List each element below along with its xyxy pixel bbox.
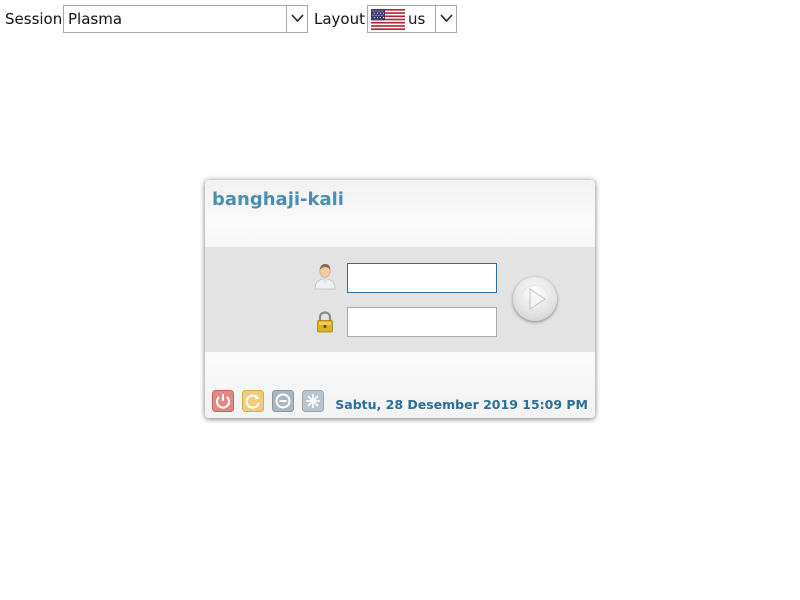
chevron-down-icon bbox=[440, 14, 453, 23]
session-combobox[interactable]: Plasma bbox=[63, 5, 308, 33]
restart-icon bbox=[242, 390, 264, 412]
datetime-label: Sabtu, 28 Desember 2019 15:09 PM bbox=[335, 397, 588, 412]
suspend-icon bbox=[272, 390, 294, 412]
login-panel: banghaji-kali Sabtu, 28 Desember 2019 15… bbox=[205, 180, 595, 418]
suspend-button[interactable] bbox=[272, 390, 294, 412]
layout-dropdown-button[interactable] bbox=[435, 6, 456, 32]
session-value: Plasma bbox=[68, 10, 123, 28]
login-button[interactable] bbox=[513, 277, 557, 321]
layout-combobox[interactable]: us bbox=[367, 5, 457, 33]
top-toolbar: Session Plasma Layout us bbox=[0, 5, 800, 35]
shutdown-icon bbox=[212, 390, 234, 412]
layout-label: Layout bbox=[314, 10, 365, 28]
play-arrow-icon bbox=[520, 284, 550, 314]
password-input[interactable] bbox=[348, 308, 496, 336]
us-flag-icon bbox=[371, 9, 405, 30]
panel-header: banghaji-kali bbox=[205, 180, 595, 247]
user-icon bbox=[314, 264, 336, 290]
hibernate-icon bbox=[302, 390, 324, 412]
layout-value: us bbox=[408, 10, 426, 28]
session-label: Session bbox=[5, 10, 63, 28]
username-field[interactable] bbox=[347, 263, 497, 293]
chevron-down-icon bbox=[291, 14, 304, 23]
hostname-title: banghaji-kali bbox=[212, 189, 344, 210]
restart-button[interactable] bbox=[242, 390, 264, 412]
username-input[interactable] bbox=[348, 264, 496, 292]
shutdown-button[interactable] bbox=[212, 390, 234, 412]
lock-icon bbox=[317, 311, 333, 333]
session-dropdown-button[interactable] bbox=[286, 6, 307, 32]
password-field[interactable] bbox=[347, 307, 497, 337]
hibernate-button[interactable] bbox=[302, 390, 324, 412]
